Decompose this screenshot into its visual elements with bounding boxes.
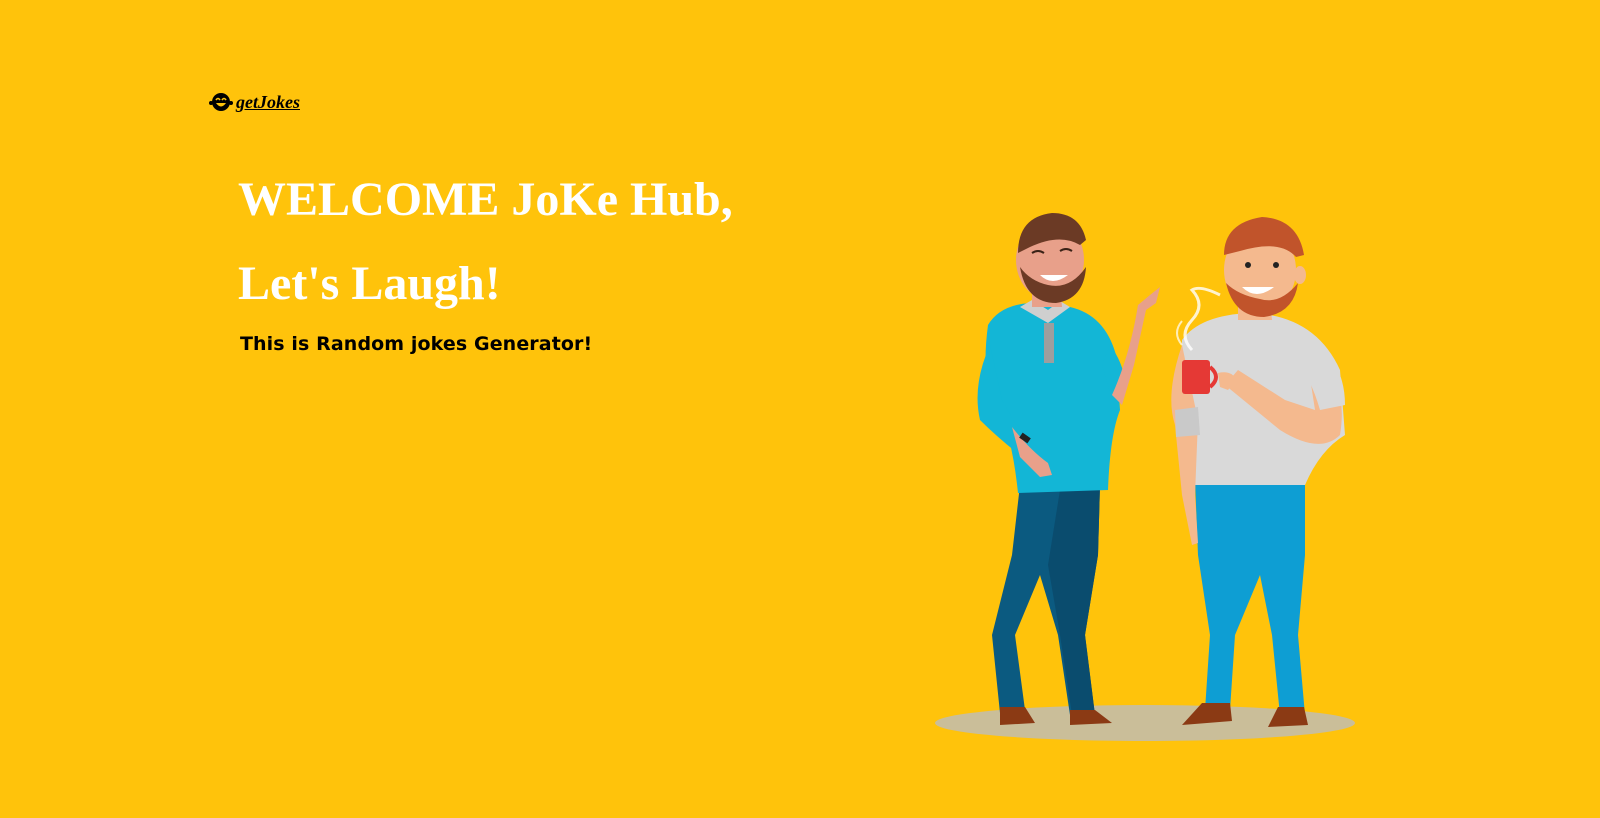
hero-title-line-2: Let's Laugh!	[238, 257, 501, 310]
brand-link[interactable]: getJokes	[208, 90, 300, 114]
two-men-laughing-illustration	[935, 213, 1355, 741]
laughing-face-icon	[209, 93, 233, 111]
hero-title-line-1: WELCOME JoKe Hub,	[238, 173, 733, 226]
brand-label: getJokes	[236, 91, 300, 112]
hero-subtitle: This is Random jokes Generator!	[240, 333, 593, 355]
hero-title: WELCOME JoKe Hub, Let's Laugh!	[238, 158, 733, 326]
page: getJokes WELCOME JoKe Hub, Let's Laugh! …	[0, 0, 1600, 818]
